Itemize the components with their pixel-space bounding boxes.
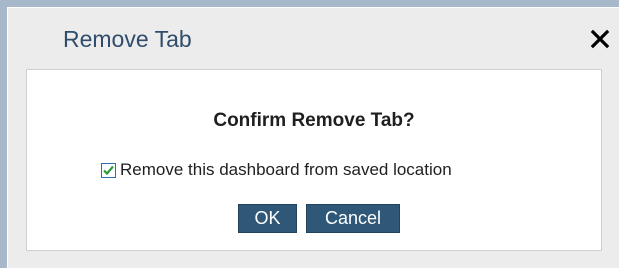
remove-saved-location-label: Remove this dashboard from saved locatio… [120,160,452,179]
dialog-content: Confirm Remove Tab? Remove this dashboar… [26,69,602,251]
remove-saved-location-row[interactable]: Remove this dashboard from saved locatio… [101,160,452,180]
remove-tab-dialog: Remove Tab Confirm Remove Tab? Remove th… [7,7,619,268]
ok-button[interactable]: OK [238,204,297,233]
close-icon[interactable] [590,29,610,49]
dialog-title: Remove Tab [63,26,192,52]
cancel-button[interactable]: Cancel [306,204,400,233]
dialog-titlebar: Remove Tab [8,8,619,68]
confirm-heading: Confirm Remove Tab? [213,110,415,131]
checkmark-icon [103,165,114,175]
remove-saved-location-checkbox[interactable] [101,162,116,178]
